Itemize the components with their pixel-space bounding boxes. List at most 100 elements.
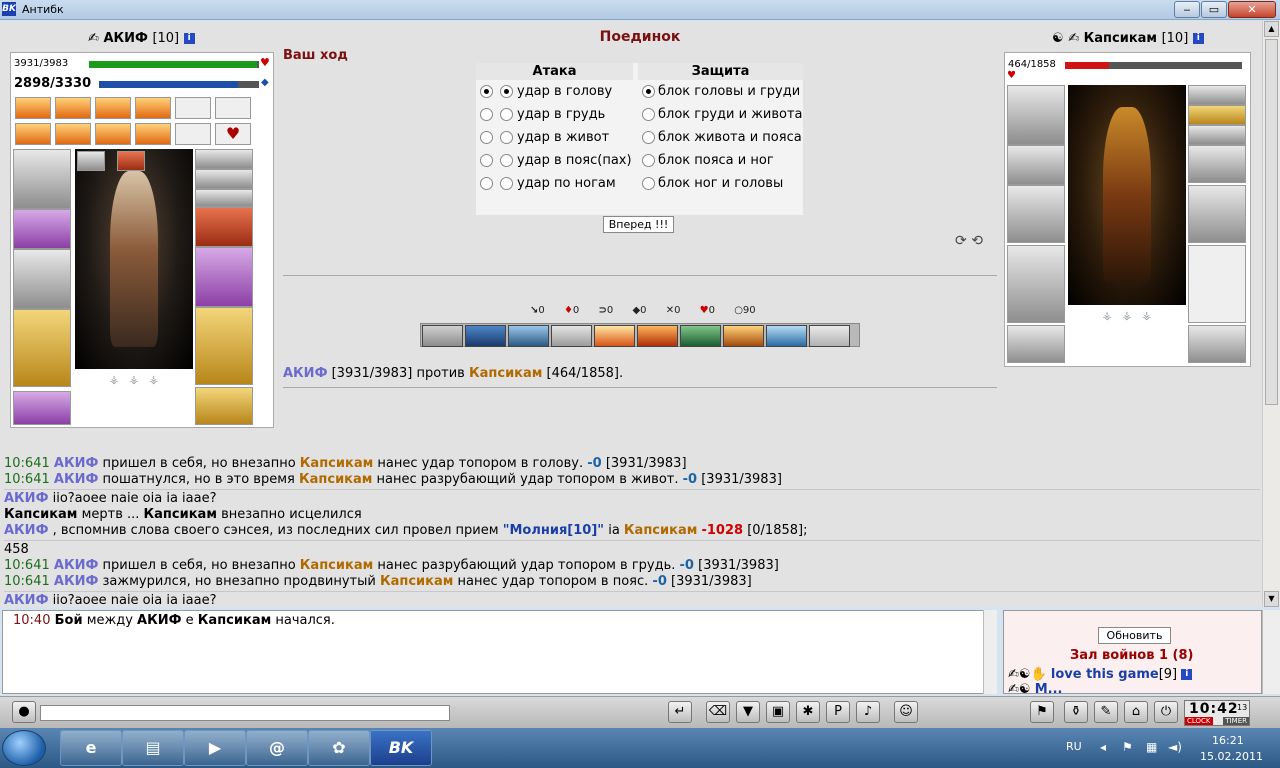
- battle-action-icons[interactable]: ⟳ ⟲: [955, 233, 983, 249]
- attack-row-2[interactable]: удар в живот: [476, 128, 636, 148]
- armor-slot[interactable]: [1007, 245, 1065, 323]
- forward-button[interactable]: Вперед !!!: [603, 216, 674, 233]
- scroll-slot[interactable]: [15, 123, 51, 145]
- attack-row-3[interactable]: удар в пояс(пах): [476, 151, 636, 171]
- vs-player-a[interactable]: АКИФ: [283, 366, 327, 381]
- chat-scrollbar[interactable]: [983, 610, 997, 694]
- earring-slot[interactable]: [195, 149, 253, 169]
- defense-radio-4[interactable]: [642, 177, 655, 190]
- scroll-slot[interactable]: [55, 123, 91, 145]
- weapon-slot[interactable]: [13, 249, 71, 309]
- empty-scroll-slot[interactable]: [175, 97, 211, 119]
- defense-radio-0[interactable]: [642, 85, 655, 98]
- skill-icon[interactable]: [508, 325, 549, 347]
- flag-icon[interactable]: ⚑: [1030, 701, 1054, 723]
- attack-radio-1b[interactable]: [500, 108, 513, 121]
- skill-icon[interactable]: [680, 325, 721, 347]
- private-icon[interactable]: P: [826, 701, 850, 723]
- activity-icon[interactable]: ✱: [796, 701, 820, 723]
- skill-icon[interactable]: [422, 325, 463, 347]
- scroll-up-icon[interactable]: ▲: [1264, 21, 1279, 37]
- defense-radio-2[interactable]: [642, 131, 655, 144]
- user-name[interactable]: M...: [1035, 682, 1063, 693]
- defense-row-3[interactable]: блок пояса и ног: [638, 151, 803, 171]
- scroll-slot[interactable]: [95, 97, 131, 119]
- bracer-slot[interactable]: [13, 209, 71, 249]
- ring-slot[interactable]: [195, 189, 253, 207]
- necklace-slot[interactable]: [1188, 105, 1246, 125]
- scroll-icon[interactable]: ✎: [1094, 701, 1118, 723]
- chat-panel[interactable]: 10:40 Бой между АКИФ е Капсикам начался.: [2, 610, 997, 694]
- defense-row-1[interactable]: блок груди и живота: [638, 105, 803, 125]
- auto-icon[interactable]: ⟲: [971, 233, 983, 249]
- ie-icon[interactable]: e: [60, 730, 122, 766]
- mail-icon[interactable]: @: [246, 730, 308, 766]
- earring-slot[interactable]: [1188, 85, 1246, 105]
- necklace-slot[interactable]: [195, 169, 253, 189]
- start-button[interactable]: [2, 730, 46, 766]
- attack-radio-0[interactable]: [480, 85, 493, 98]
- info-icon[interactable]: i: [183, 33, 195, 44]
- defense-row-0[interactable]: блок головы и груди: [638, 82, 803, 102]
- helmet-slot[interactable]: [13, 149, 71, 209]
- shield-buff-icon[interactable]: [77, 151, 105, 171]
- language-indicator[interactable]: RU: [1066, 740, 1082, 753]
- attack-radio-3[interactable]: [480, 154, 493, 167]
- defense-row-4[interactable]: блок ног и головы: [638, 174, 803, 194]
- user-name[interactable]: love this game: [1051, 667, 1159, 682]
- tray-time[interactable]: 16:21: [1212, 734, 1244, 747]
- tray-date[interactable]: 15.02.2011: [1200, 750, 1263, 763]
- left-player-name[interactable]: АКИФ: [103, 31, 147, 46]
- refresh-icon[interactable]: ⟳: [955, 233, 967, 249]
- belt-slot[interactable]: [1007, 325, 1065, 363]
- exit-icon[interactable]: ⏻: [1154, 701, 1178, 723]
- vs-player-b[interactable]: Капсикам: [469, 366, 542, 381]
- boots-slot[interactable]: [195, 387, 253, 425]
- user-row[interactable]: ✍☯ M...: [1008, 682, 1192, 693]
- weapon-slot[interactable]: [1007, 185, 1065, 243]
- enter-icon[interactable]: ↵: [668, 701, 692, 723]
- skill-icon[interactable]: [809, 325, 850, 347]
- armor-slot[interactable]: [13, 309, 71, 387]
- gloves-slot[interactable]: [195, 207, 253, 247]
- attack-radio-4[interactable]: [480, 177, 493, 190]
- scroll-slot[interactable]: [15, 97, 51, 119]
- skill-icon[interactable]: [465, 325, 506, 347]
- defense-radio-1[interactable]: [642, 108, 655, 121]
- skill-icon[interactable]: [637, 325, 678, 347]
- belt-slot[interactable]: [13, 391, 71, 425]
- shield-slot[interactable]: [195, 247, 253, 307]
- scroll-slot[interactable]: [135, 97, 171, 119]
- attack-radio-3b[interactable]: [500, 154, 513, 167]
- bk-app-button[interactable]: BK: [370, 730, 432, 766]
- attack-radio-2[interactable]: [480, 131, 493, 144]
- empty-scroll-slot[interactable]: [215, 97, 251, 119]
- info-icon[interactable]: i: [1181, 669, 1193, 680]
- scroll-thumb[interactable]: [1265, 39, 1278, 405]
- attack-radio-2b[interactable]: [500, 131, 513, 144]
- right-player-name[interactable]: Капсикам: [1084, 31, 1157, 46]
- boots-slot[interactable]: [1188, 325, 1246, 363]
- attack-row-4[interactable]: удар по ногам: [476, 174, 636, 194]
- leggings-slot[interactable]: [1188, 245, 1246, 323]
- chest-icon[interactable]: ⌂: [1124, 701, 1148, 723]
- flag-icon[interactable]: ⚑: [1122, 740, 1133, 754]
- chat-input[interactable]: [40, 705, 450, 721]
- save-icon[interactable]: ▣: [766, 701, 790, 723]
- arrow-icon[interactable]: ◂: [1100, 740, 1106, 754]
- skill-icon[interactable]: [594, 325, 635, 347]
- leggings-slot[interactable]: [195, 307, 253, 385]
- user-row[interactable]: ✍☯✋ love this game[9] i: [1008, 667, 1193, 682]
- bracer-slot[interactable]: [1007, 145, 1065, 185]
- skill-icon[interactable]: [551, 325, 592, 347]
- empty-scroll-slot[interactable]: [175, 123, 211, 145]
- ring-slot[interactable]: [1188, 125, 1246, 145]
- minimize-button[interactable]: ‒: [1174, 1, 1200, 18]
- sound-icon[interactable]: ♪: [856, 701, 880, 723]
- network-icon[interactable]: ▦: [1146, 740, 1157, 754]
- attack-row-1[interactable]: удар в грудь: [476, 105, 636, 125]
- buff-icon[interactable]: [117, 151, 145, 171]
- media-player-icon[interactable]: ▶: [184, 730, 246, 766]
- bag-icon[interactable]: ⚱: [1064, 701, 1088, 723]
- scroll-slot[interactable]: [135, 123, 171, 145]
